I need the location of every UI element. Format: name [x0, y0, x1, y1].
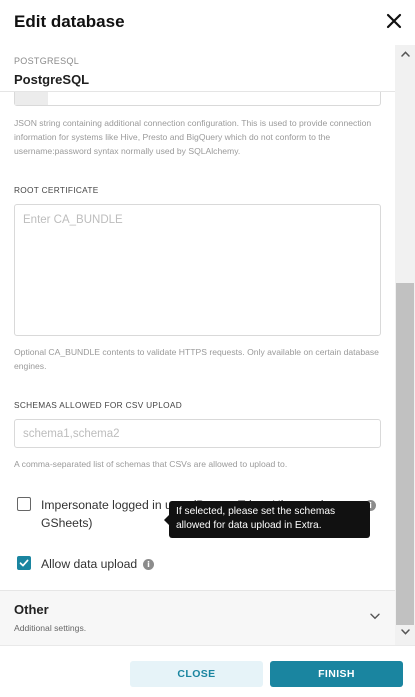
csv-schemas-label: SCHEMAS ALLOWED FOR CSV UPLOAD [14, 400, 183, 410]
tooltip-text: If selected, please set the schemas allo… [176, 506, 336, 531]
other-section-header[interactable]: Other Additional settings. [0, 590, 395, 645]
database-name: PostgreSQL [14, 72, 90, 87]
csv-schemas-help: A comma-separated list of schemas that C… [14, 459, 288, 469]
database-type-card: POSTGRESQL PostgreSQL [0, 45, 395, 92]
modal-header: Edit database [0, 0, 415, 45]
database-type-label: POSTGRESQL [14, 56, 80, 66]
tooltip-arrow [164, 515, 169, 525]
scroll-down-arrow-icon[interactable] [401, 629, 410, 635]
other-section-title: Other [14, 602, 49, 617]
scroll-up-arrow-icon[interactable] [401, 51, 410, 57]
csv-schemas-input[interactable]: schema1,schema2 [14, 419, 381, 448]
close-button[interactable]: CLOSE [130, 661, 263, 687]
root-certificate-placeholder: Enter CA_BUNDLE [23, 214, 123, 226]
modal-title: Edit database [14, 12, 125, 31]
vertical-scrollbar[interactable] [395, 45, 415, 645]
chevron-down-icon [370, 613, 380, 620]
scrollbar-thumb[interactable] [396, 283, 414, 625]
allow-upload-label: Allow data upload [41, 557, 138, 571]
extra-help-text: JSON string containing additional connec… [14, 118, 372, 156]
allow-upload-info-icon[interactable]: i [143, 559, 154, 570]
editor-gutter [15, 92, 48, 105]
impersonate-checkbox[interactable] [17, 497, 31, 511]
modal-body[interactable]: POSTGRESQL PostgreSQL JSON string contai… [0, 45, 415, 645]
close-icon[interactable] [385, 12, 403, 30]
modal-footer: CLOSE FINISH [0, 645, 415, 697]
root-certificate-label: ROOT CERTIFICATE [14, 185, 99, 195]
root-certificate-help: Optional CA_BUNDLE contents to validate … [14, 347, 379, 371]
allow-upload-checkbox[interactable] [17, 556, 31, 570]
check-icon [19, 559, 29, 567]
root-certificate-input[interactable]: Enter CA_BUNDLE [14, 204, 381, 336]
extra-json-editor[interactable] [14, 92, 381, 106]
allow-upload-tooltip: If selected, please set the schemas allo… [164, 501, 370, 538]
finish-button[interactable]: FINISH [270, 661, 403, 687]
csv-schemas-placeholder: schema1,schema2 [23, 428, 120, 440]
other-section-subtitle: Additional settings. [14, 623, 87, 633]
